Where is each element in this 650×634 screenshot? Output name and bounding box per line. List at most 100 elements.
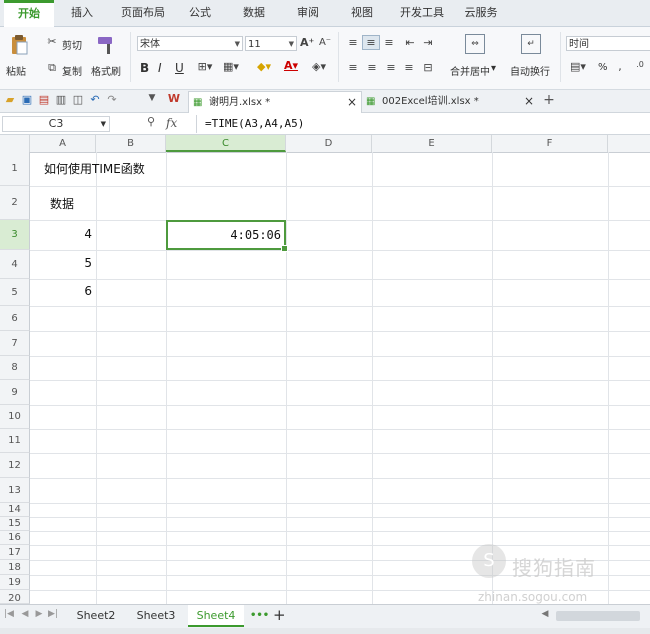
row-header-14[interactable]: 14 — [0, 503, 30, 517]
tab-formulas[interactable]: 公式 — [182, 0, 218, 26]
pdf-icon[interactable]: ▤ — [37, 93, 51, 106]
sheet-tab-sheet2[interactable]: Sheet2 — [68, 605, 124, 627]
tab-developer[interactable]: 开发工具 — [394, 0, 450, 26]
justify-icon[interactable]: ≡ — [402, 61, 416, 74]
distribute-icon[interactable]: ⊟ — [420, 61, 436, 74]
new-tab-icon[interactable]: + — [542, 92, 556, 108]
paste-button[interactable]: 粘贴 — [6, 63, 26, 78]
document-tab-active[interactable]: ▦ 谢明月.xlsx * × — [188, 91, 362, 113]
row-header-19[interactable]: 19 — [0, 575, 30, 590]
cell-a4[interactable]: 5 — [30, 256, 92, 270]
font-grow-icon[interactable]: A⁺ — [300, 36, 314, 49]
document-tab[interactable]: ▦ 002Excel培训.xlsx * × — [362, 91, 538, 112]
row-header-7[interactable]: 7 — [0, 331, 30, 356]
row-header-9[interactable]: 9 — [0, 380, 30, 405]
align-middle-icon[interactable]: ≡ — [362, 35, 380, 50]
row-header-10[interactable]: 10 — [0, 405, 30, 429]
clear-format-icon[interactable]: ◈▾ — [308, 60, 330, 73]
last-sheet-icon[interactable]: ▶| — [48, 609, 58, 619]
border-icon[interactable]: ⊞▾ — [194, 60, 216, 73]
tab-view[interactable]: 视图 — [344, 0, 380, 26]
row-header-18[interactable]: 18 — [0, 560, 30, 575]
row-header-11[interactable]: 11 — [0, 429, 30, 453]
name-box[interactable]: C3 ▼ — [2, 116, 110, 132]
number-format-select[interactable]: 时间 — [566, 36, 650, 51]
first-sheet-icon[interactable]: |◀ — [4, 609, 14, 619]
row-header-16[interactable]: 16 — [0, 531, 30, 545]
percent-button[interactable]: % — [598, 62, 608, 73]
save-icon[interactable]: ▣ — [20, 93, 34, 106]
bold-button[interactable]: B — [140, 61, 149, 75]
merge-center-icon[interactable]: ⇔ — [465, 34, 485, 54]
decrease-indent-icon[interactable]: ⇤ — [402, 36, 418, 49]
prev-sheet-icon[interactable]: ◀ — [20, 609, 30, 619]
row-header-20[interactable]: 20 — [0, 590, 30, 604]
fill-color-icon[interactable]: ◆▾ — [253, 60, 275, 73]
cell-a3[interactable]: 4 — [30, 227, 92, 241]
paste-icon[interactable] — [8, 34, 30, 58]
increase-indent-icon[interactable]: ⇥ — [420, 36, 436, 49]
row-header-5[interactable]: 5 — [0, 279, 30, 306]
wrap-text-button[interactable]: 自动换行 — [510, 63, 550, 78]
column-header-g[interactable] — [608, 135, 650, 152]
wrap-text-icon[interactable]: ↵ — [521, 34, 541, 54]
add-sheet-button[interactable]: + — [273, 606, 286, 624]
undo-icon[interactable]: ↶ — [88, 93, 102, 106]
merge-dropdown-icon[interactable]: ▾ — [491, 63, 496, 74]
tab-page-layout[interactable]: 页面布局 — [114, 0, 172, 26]
row-header-8[interactable]: 8 — [0, 356, 30, 380]
increase-decimal-icon[interactable]: .0 — [632, 60, 648, 69]
format-painter-icon[interactable] — [94, 34, 118, 56]
tab-home[interactable]: 开始 — [4, 0, 54, 27]
close-icon[interactable]: × — [347, 92, 357, 113]
sheet-tab-sheet3[interactable]: Sheet3 — [128, 605, 184, 627]
cell-a5[interactable]: 6 — [30, 284, 92, 298]
more-sheets-icon[interactable]: ••• — [250, 610, 269, 621]
tab-data[interactable]: 数据 — [236, 0, 272, 26]
row-header-13[interactable]: 13 — [0, 478, 30, 503]
column-header-f[interactable]: F — [492, 135, 608, 152]
row-header-15[interactable]: 15 — [0, 517, 30, 531]
horizontal-scrollbar[interactable] — [556, 611, 640, 621]
align-center-icon[interactable]: ≡ — [365, 61, 379, 74]
column-header-b[interactable]: B — [96, 135, 166, 152]
font-shrink-icon[interactable]: A⁻ — [318, 37, 332, 48]
row-header-12[interactable]: 12 — [0, 453, 30, 478]
next-sheet-icon[interactable]: ▶ — [34, 609, 44, 619]
tab-insert[interactable]: 插入 — [62, 0, 102, 26]
tab-review[interactable]: 审阅 — [290, 0, 326, 26]
column-header-c[interactable]: C — [166, 135, 286, 152]
cell-c3-selected[interactable]: 4:05:06 — [166, 220, 288, 252]
tab-cloud[interactable]: 云服务 — [458, 0, 504, 26]
select-all-corner[interactable] — [0, 135, 30, 152]
row-header-1[interactable]: 1 — [0, 152, 30, 186]
italic-button[interactable]: I — [158, 61, 162, 75]
cell-style-icon[interactable]: ▦▾ — [220, 60, 242, 73]
fx-button[interactable]: fx — [166, 116, 177, 130]
scroll-left-icon[interactable]: ◀ — [540, 609, 550, 619]
cut-button[interactable]: 剪切 — [62, 37, 82, 52]
row-header-4[interactable]: 4 — [0, 250, 30, 279]
row-header-6[interactable]: 6 — [0, 306, 30, 331]
comma-style-icon[interactable]: , — [614, 60, 626, 73]
align-left-icon[interactable]: ≡ — [346, 61, 360, 74]
underline-button[interactable]: U — [175, 61, 184, 75]
customize-dropdown-icon[interactable]: ▼ — [146, 93, 158, 103]
copy-button[interactable]: 复制 — [62, 63, 82, 78]
close-icon[interactable]: × — [524, 91, 534, 112]
cell-a1[interactable]: 如何使用TIME函数 — [44, 160, 145, 177]
sheet-tab-sheet4[interactable]: Sheet4 — [188, 605, 244, 627]
align-top-icon[interactable]: ≡ — [346, 36, 360, 49]
formula-input[interactable]: =TIME(A3,A4,A5) — [196, 115, 650, 133]
print-icon[interactable]: ▥ — [54, 93, 68, 106]
align-bottom-icon[interactable]: ≡ — [382, 36, 396, 49]
column-header-a[interactable]: A — [30, 135, 96, 152]
row-header-2[interactable]: 2 — [0, 186, 30, 220]
column-header-e[interactable]: E — [372, 135, 492, 152]
folder-open-icon[interactable]: ▰ — [3, 93, 17, 106]
align-right-icon[interactable]: ≡ — [384, 61, 398, 74]
print-preview-icon[interactable]: ◫ — [71, 93, 85, 106]
font-name-select[interactable]: 宋体 ▼ — [137, 36, 243, 51]
row-header-17[interactable]: 17 — [0, 545, 30, 560]
fill-handle[interactable] — [281, 245, 288, 252]
